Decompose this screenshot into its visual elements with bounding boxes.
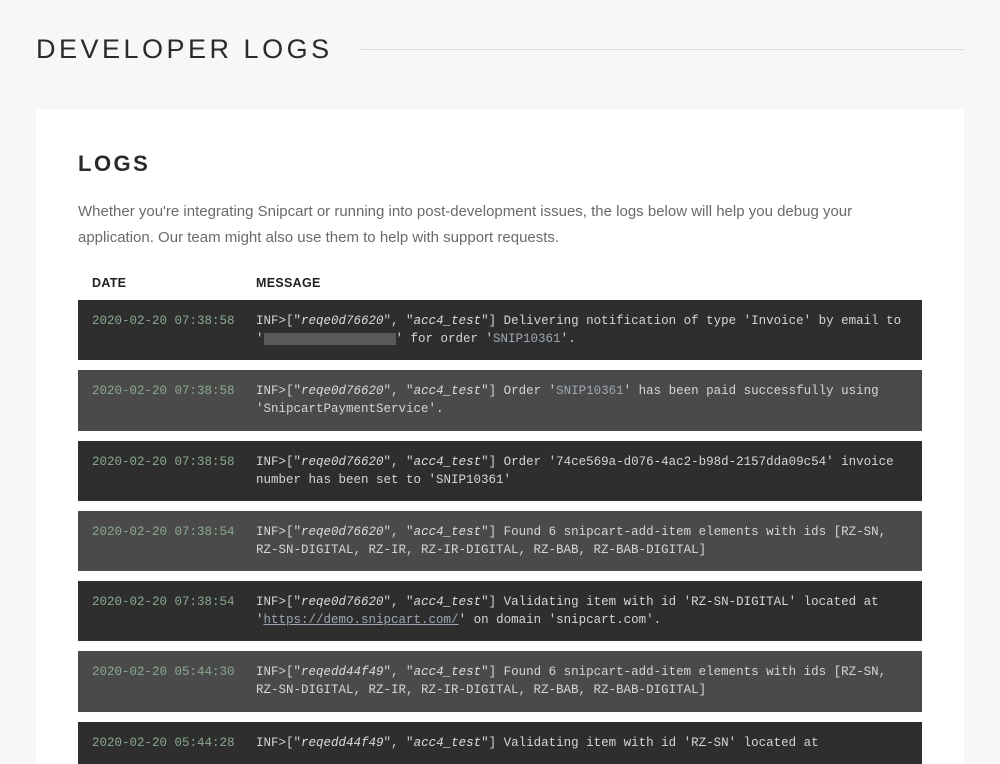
log-row: 2020-02-20 05:44:28INF>["reqedd44f49", "…	[78, 722, 922, 764]
log-highlight: SNIP10361	[493, 332, 561, 346]
log-level: INF	[256, 736, 279, 750]
log-request-id: reqedd44f49	[301, 736, 384, 750]
log-timestamp: 2020-02-20 07:38:58	[92, 382, 256, 418]
log-timestamp: 2020-02-20 07:38:58	[92, 453, 256, 489]
log-table-header: DATE MESSAGE	[78, 276, 922, 300]
log-request-id: reqe0d76620	[301, 314, 384, 328]
log-level: INF	[256, 525, 279, 539]
log-request-id: reqe0d76620	[301, 525, 384, 539]
log-message: INF>["reqe0d76620", "acc4_test"] Deliver…	[256, 312, 908, 348]
log-row: 2020-02-20 07:38:58INF>["reqe0d76620", "…	[78, 300, 922, 360]
log-request-id: reqe0d76620	[301, 595, 384, 609]
log-timestamp: 2020-02-20 07:38:58	[92, 312, 256, 348]
log-account-id: acc4_test	[414, 736, 482, 750]
log-account-id: acc4_test	[414, 525, 482, 539]
log-account-id: acc4_test	[414, 455, 482, 469]
column-header-message: MESSAGE	[256, 276, 908, 290]
log-level: INF	[256, 665, 279, 679]
log-timestamp: 2020-02-20 05:44:28	[92, 734, 256, 752]
page-title: DEVELOPER LOGS	[36, 34, 333, 65]
log-highlight: SNIP10361	[556, 384, 624, 398]
log-rows: 2020-02-20 07:38:58INF>["reqe0d76620", "…	[78, 300, 922, 764]
log-message: INF>["reqedd44f49", "acc4_test"] Validat…	[256, 734, 908, 752]
log-level: INF	[256, 455, 279, 469]
log-message: INF>["reqe0d76620", "acc4_test"] Validat…	[256, 593, 908, 629]
panel-title: LOGS	[78, 151, 922, 177]
page-header: DEVELOPER LOGS	[36, 34, 964, 65]
log-timestamp: 2020-02-20 07:38:54	[92, 523, 256, 559]
log-account-id: acc4_test	[414, 384, 482, 398]
log-row: 2020-02-20 07:38:54INF>["reqe0d76620", "…	[78, 581, 922, 641]
log-level: INF	[256, 595, 279, 609]
log-row: 2020-02-20 05:44:30INF>["reqedd44f49", "…	[78, 651, 922, 711]
log-row: 2020-02-20 07:38:54INF>["reqe0d76620", "…	[78, 511, 922, 571]
redacted-text	[264, 333, 396, 345]
logs-panel: LOGS Whether you're integrating Snipcart…	[36, 109, 964, 764]
log-link[interactable]: https://demo.snipcart.com/	[264, 613, 459, 627]
log-level: INF	[256, 314, 279, 328]
log-account-id: acc4_test	[414, 595, 482, 609]
developer-logs-page: DEVELOPER LOGS LOGS Whether you're integ…	[0, 0, 1000, 764]
log-request-id: reqe0d76620	[301, 455, 384, 469]
panel-description: Whether you're integrating Snipcart or r…	[78, 199, 922, 250]
header-divider	[361, 49, 964, 50]
log-timestamp: 2020-02-20 07:38:54	[92, 593, 256, 629]
log-message: INF>["reqe0d76620", "acc4_test"] Found 6…	[256, 523, 908, 559]
log-level: INF	[256, 384, 279, 398]
column-header-date: DATE	[92, 276, 256, 290]
log-message: INF>["reqe0d76620", "acc4_test"] Order '…	[256, 382, 908, 418]
log-request-id: reqe0d76620	[301, 384, 384, 398]
log-message: INF>["reqe0d76620", "acc4_test"] Order '…	[256, 453, 908, 489]
log-row: 2020-02-20 07:38:58INF>["reqe0d76620", "…	[78, 370, 922, 430]
log-account-id: acc4_test	[414, 314, 482, 328]
log-request-id: reqedd44f49	[301, 665, 384, 679]
log-account-id: acc4_test	[414, 665, 482, 679]
log-row: 2020-02-20 07:38:58INF>["reqe0d76620", "…	[78, 441, 922, 501]
